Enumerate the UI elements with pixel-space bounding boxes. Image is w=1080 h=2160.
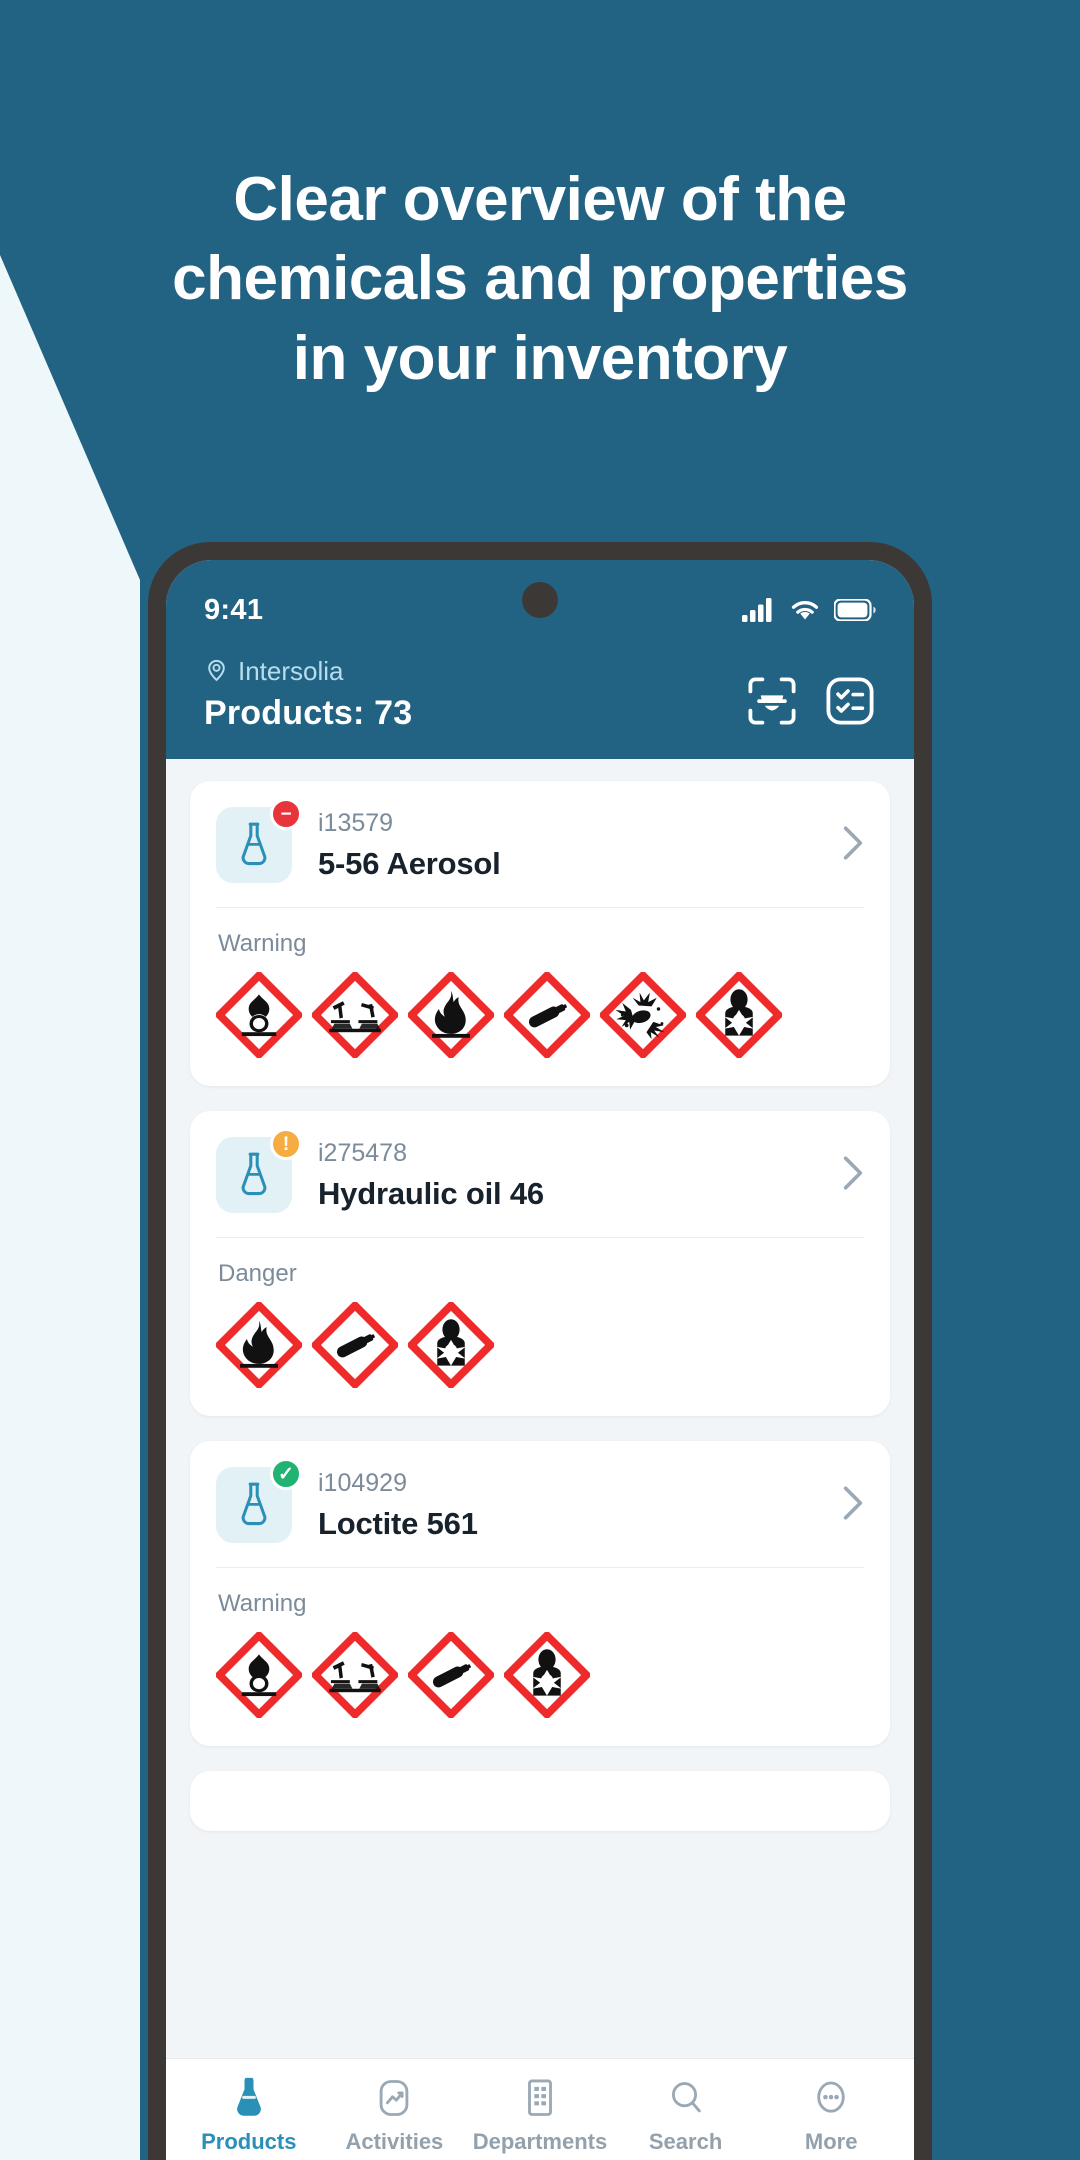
promo-headline: Clear overview of the chemicals and prop… — [0, 160, 1080, 398]
check-icon: ✓ — [278, 1463, 294, 1485]
chevron-right-icon[interactable] — [842, 1484, 864, 1527]
headline-line-1: Clear overview of the — [233, 165, 847, 234]
product-thumbnail: ✓ — [216, 1458, 302, 1543]
card-divider — [216, 907, 864, 908]
signal-word: Danger — [218, 1260, 297, 1287]
nav-item-more[interactable]: More — [758, 2077, 904, 2155]
nav-item-activities[interactable]: Activities — [322, 2077, 468, 2155]
ghs-health-hazard-icon — [696, 972, 782, 1058]
product-name: 5-56 Aerosol — [318, 845, 501, 881]
minus-icon: − — [280, 803, 292, 825]
ghs-flammable-icon — [408, 972, 494, 1058]
product-card[interactable]: ✓ i104929 Loctite 561 Warning — [190, 1441, 890, 1746]
cellular-signal-icon — [742, 598, 776, 622]
ghs-explosive-icon — [600, 972, 686, 1058]
organisation-row[interactable]: Intersolia — [204, 656, 746, 687]
status-time: 9:41 — [204, 593, 264, 626]
headline-line-2: chemicals and properties — [172, 244, 908, 314]
card-divider — [216, 1567, 864, 1568]
flask-icon — [241, 1152, 267, 1196]
organisation-name: Intersolia — [238, 656, 344, 686]
ghs-gas-cylinder-icon — [408, 1632, 494, 1718]
phone-mockup: 9:41 Intersolia Products: 73 − i13579 5-… — [148, 542, 932, 2160]
pictogram-row — [216, 1302, 864, 1388]
ghs-gas-cylinder-icon — [504, 972, 590, 1058]
search-icon — [667, 2077, 705, 2119]
ghs-oxidising-icon — [216, 1632, 302, 1718]
product-card[interactable]: ! i275478 Hydraulic oil 46 Danger — [190, 1111, 890, 1416]
nav-item-products[interactable]: Products — [176, 2077, 322, 2155]
ghs-health-hazard-icon — [408, 1302, 494, 1388]
status-icons — [742, 598, 876, 622]
product-thumbnail: − — [216, 798, 302, 883]
ghs-oxidising-icon — [216, 972, 302, 1058]
product-name: Hydraulic oil 46 — [318, 1175, 544, 1211]
status-bar: 9:41 — [166, 560, 914, 646]
ghs-gas-cylinder-icon — [312, 1302, 398, 1388]
chevron-right-icon[interactable] — [842, 824, 864, 867]
battery-icon — [834, 599, 876, 621]
signal-word: Warning — [218, 930, 307, 957]
nav-label: Departments — [472, 2129, 608, 2154]
product-id: i104929 — [318, 1468, 407, 1497]
bottom-navigation[interactable]: Products Activities Departments Search M… — [166, 2058, 914, 2160]
nav-item-search[interactable]: Search — [613, 2077, 759, 2155]
pictogram-row — [216, 1632, 864, 1718]
building-icon — [521, 2077, 559, 2119]
product-card-header: ✓ i104929 Loctite 561 — [216, 1458, 864, 1543]
headline-line-3: in your inventory — [292, 323, 788, 393]
ghs-corrosion-icon — [312, 1632, 398, 1718]
nav-item-departments[interactable]: Departments — [467, 2077, 613, 2155]
ghs-corrosion-icon — [312, 972, 398, 1058]
flask-icon — [241, 822, 267, 866]
product-card-header: ! i275478 Hydraulic oil 46 — [216, 1128, 864, 1213]
nav-label: Search — [648, 2129, 723, 2154]
phone-screen: 9:41 Intersolia Products: 73 − i13579 5-… — [166, 560, 914, 2160]
app-header: Intersolia Products: 73 — [166, 646, 914, 759]
camera-notch — [522, 582, 558, 618]
exclamation-icon: ! — [282, 1133, 290, 1155]
header-actions — [746, 675, 876, 733]
product-name: Loctite 561 — [318, 1505, 478, 1541]
status-badge: − — [270, 798, 302, 830]
chevron-right-icon[interactable] — [842, 1154, 864, 1197]
nav-label: Activities — [345, 2129, 444, 2154]
more-dots-icon — [812, 2077, 850, 2119]
product-card-header: − i13579 5-56 Aerosol — [216, 798, 864, 883]
location-pin-icon — [204, 657, 229, 687]
flask-icon — [241, 1482, 267, 1526]
app-header-text: Intersolia Products: 73 — [204, 656, 746, 733]
ghs-health-hazard-icon — [504, 1632, 590, 1718]
nav-label: More — [804, 2129, 858, 2154]
product-list[interactable]: − i13579 5-56 Aerosol Warning ! i275478 … — [166, 759, 914, 2058]
scan-barcode-icon[interactable] — [746, 675, 798, 727]
product-info: i104929 Loctite 561 — [318, 1469, 826, 1542]
product-card[interactable]: − i13579 5-56 Aerosol Warning — [190, 781, 890, 1086]
wifi-icon — [789, 598, 821, 622]
pictogram-row — [216, 972, 864, 1058]
page-title: Products: 73 — [204, 694, 413, 732]
status-badge: ! — [270, 1128, 302, 1160]
ghs-flammable-icon — [216, 1302, 302, 1388]
status-badge: ✓ — [270, 1458, 302, 1490]
product-info: i275478 Hydraulic oil 46 — [318, 1139, 826, 1212]
product-id: i275478 — [318, 1138, 407, 1167]
checklist-icon[interactable] — [824, 675, 876, 727]
product-thumbnail: ! — [216, 1128, 302, 1213]
flask-icon — [230, 2077, 268, 2119]
product-id: i13579 — [318, 808, 394, 837]
product-card-partial[interactable] — [190, 1771, 890, 1831]
product-info: i13579 5-56 Aerosol — [318, 809, 826, 882]
activity-chart-icon — [375, 2077, 413, 2119]
signal-word: Warning — [218, 1590, 307, 1617]
nav-label: Products — [201, 2129, 297, 2154]
card-divider — [216, 1237, 864, 1238]
